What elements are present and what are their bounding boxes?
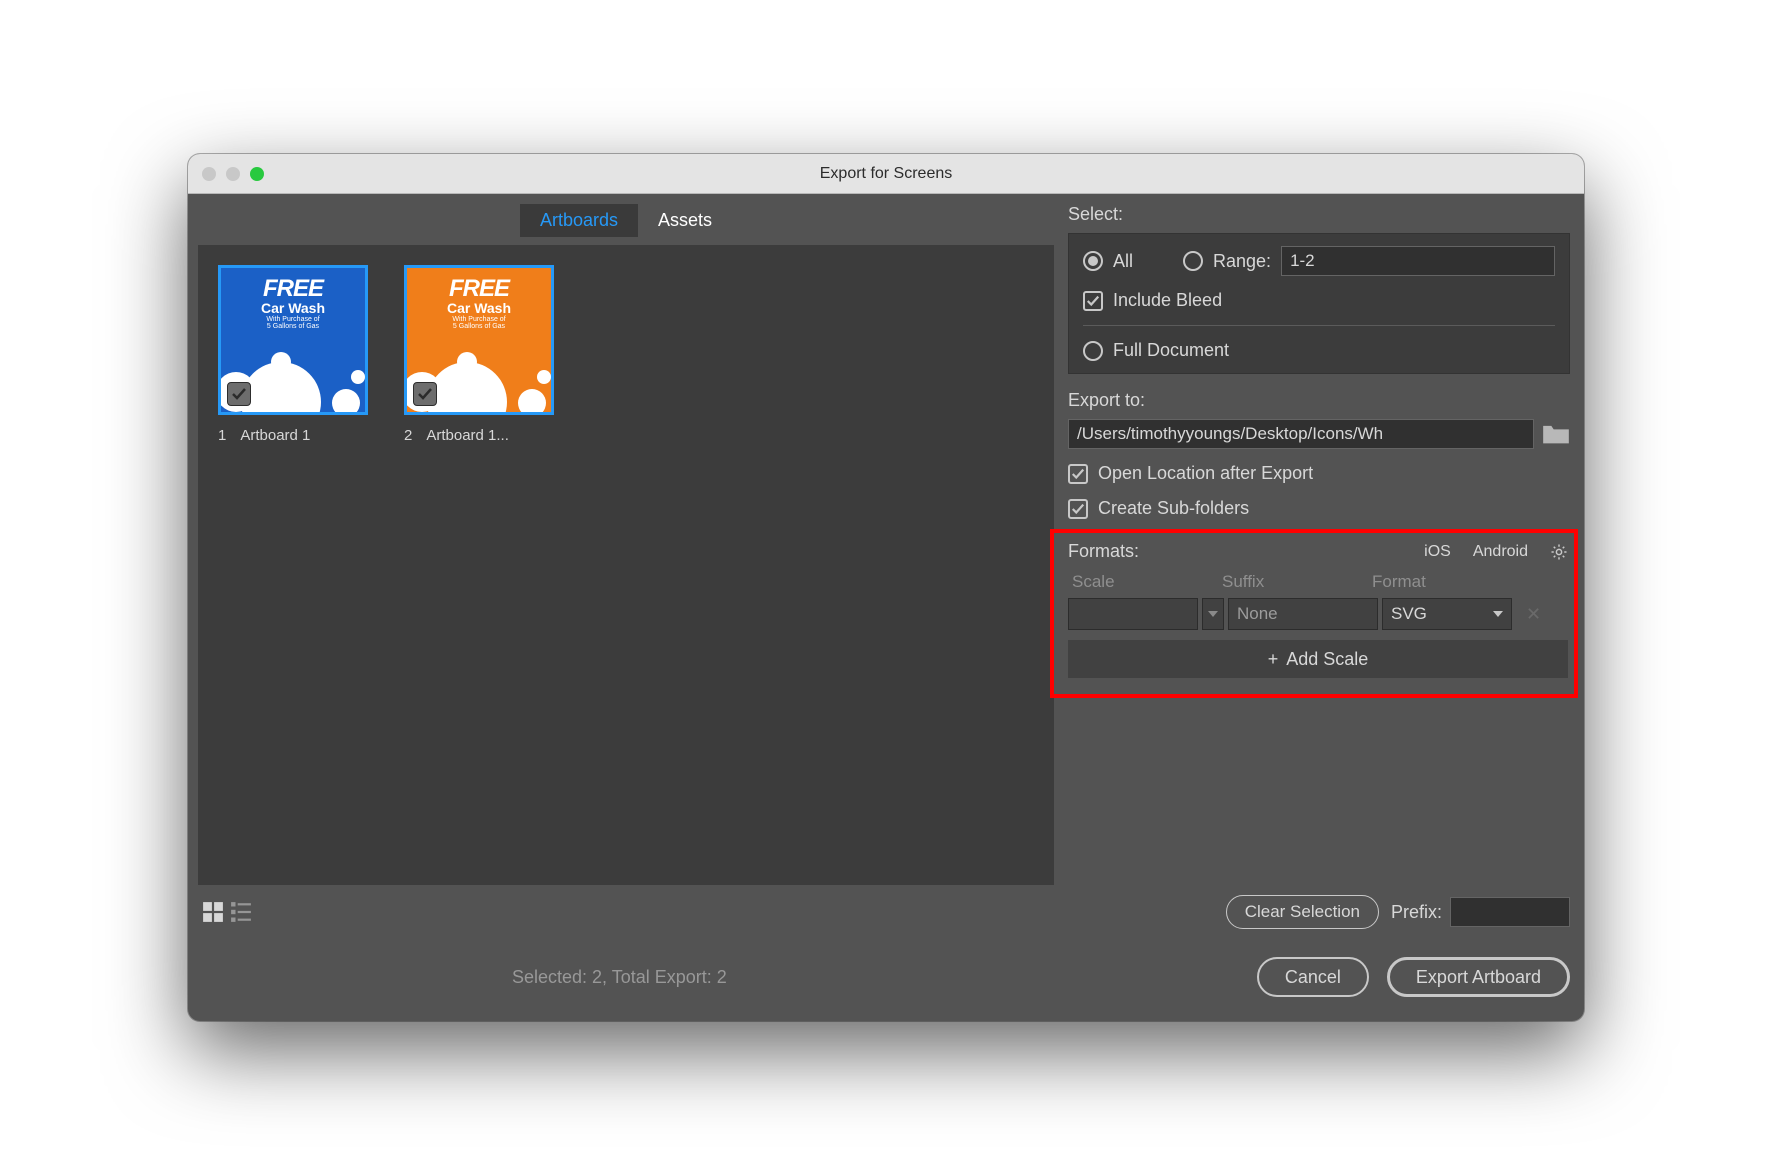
formats-label: Formats: [1068,541,1139,562]
artboard-list: FREE Car Wash With Purchase of 5 Gallons… [198,245,1054,885]
format-select[interactable]: SVG [1382,598,1512,630]
add-scale-label: Add Scale [1286,649,1368,670]
prefix-input[interactable] [1450,897,1570,927]
artboard-item[interactable]: FREE Car Wash With Purchase of 5 Gallons… [404,265,554,444]
cancel-button[interactable]: Cancel [1257,957,1369,997]
open-location-checkbox[interactable] [1068,464,1088,484]
export-to-panel: Open Location after Export Create Sub-fo… [1068,419,1570,533]
export-path-input[interactable] [1068,419,1534,449]
tab-artboards[interactable]: Artboards [520,204,638,237]
col-format: Format [1372,572,1502,592]
artboard-name: Artboard 1 [240,427,310,444]
window-minimize-button[interactable] [226,167,240,181]
folder-icon[interactable] [1542,422,1570,446]
export-to-label: Export to: [1068,390,1570,411]
col-scale: Scale [1072,572,1222,592]
selection-status: Selected: 2, Total Export: 2 [512,967,727,988]
create-subfolders-label: Create Sub-folders [1098,498,1249,519]
footer-actions: Selected: 2, Total Export: 2 Cancel Expo… [188,939,1584,1021]
source-tabs: Artboards Assets [198,204,1054,237]
artboard-item[interactable]: FREE Car Wash With Purchase of 5 Gallons… [218,265,368,444]
export-for-screens-dialog: Export for Screens Artboards Assets FREE… [188,154,1584,1021]
scale-select[interactable] [1068,598,1198,630]
formats-panel: Formats: iOS Android Scale Suffix [1050,529,1578,698]
gear-icon[interactable] [1550,543,1568,561]
select-panel: All Range: Include Bleed [1068,233,1570,374]
suffix-input[interactable]: None [1228,598,1378,630]
plus-icon: + [1268,649,1279,670]
artboard-checkbox[interactable] [227,382,251,406]
artboard-index: 1 [218,427,226,444]
full-document-label: Full Document [1113,340,1229,361]
prefix-label: Prefix: [1391,902,1442,923]
window-close-button[interactable] [202,167,216,181]
scale-dropdown-button[interactable] [1202,598,1224,630]
artboard-checkbox[interactable] [413,382,437,406]
window-maximize-button[interactable] [250,167,264,181]
select-range-radio[interactable] [1183,251,1203,271]
create-subfolders-checkbox[interactable] [1068,499,1088,519]
include-bleed-label: Include Bleed [1113,290,1222,311]
export-artboard-button[interactable]: Export Artboard [1387,957,1570,997]
include-bleed-checkbox[interactable] [1083,291,1103,311]
grid-view-icon[interactable] [202,901,224,923]
list-view-icon[interactable] [230,901,252,923]
preset-ios[interactable]: iOS [1424,543,1451,561]
open-location-label: Open Location after Export [1098,463,1313,484]
select-all-label: All [1113,251,1133,272]
window-title: Export for Screens [188,165,1584,183]
titlebar: Export for Screens [188,154,1584,194]
artboard-index: 2 [404,427,412,444]
select-range-label: Range: [1213,251,1271,272]
format-row: None SVG ✕ [1068,598,1568,630]
tab-assets[interactable]: Assets [638,204,732,237]
select-section-label: Select: [1068,204,1570,225]
range-input[interactable] [1281,246,1555,276]
footer-toolbar: Clear Selection Prefix: [188,885,1584,939]
full-document-radio[interactable] [1083,341,1103,361]
clear-selection-button[interactable]: Clear Selection [1226,895,1379,929]
artboard-name: Artboard 1... [426,427,509,444]
select-all-radio[interactable] [1083,251,1103,271]
add-scale-button[interactable]: + Add Scale [1068,640,1568,678]
remove-row-icon[interactable]: ✕ [1526,604,1541,625]
traffic-lights [202,167,264,181]
preset-android[interactable]: Android [1473,543,1528,561]
col-suffix: Suffix [1222,572,1372,592]
